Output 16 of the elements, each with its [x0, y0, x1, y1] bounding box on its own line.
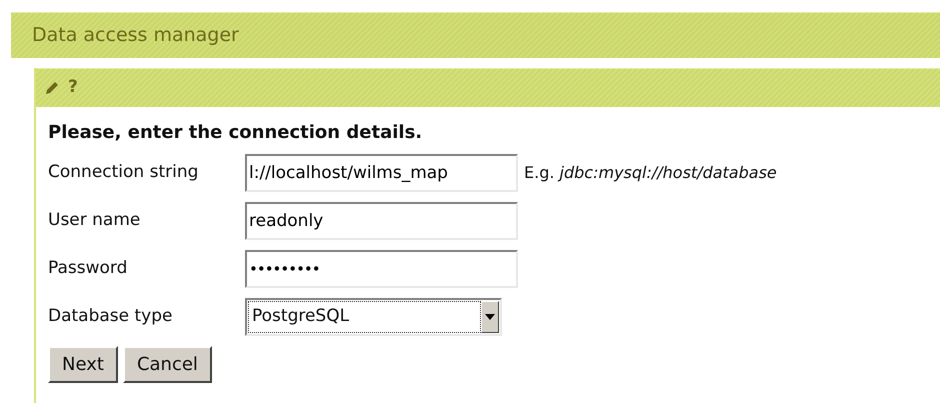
- database-type-dropdown[interactable]: PostgreSQL: [245, 298, 502, 336]
- example-hint: E.g. jdbc:mysql://host/database: [524, 162, 777, 184]
- pencil-icon[interactable]: [44, 80, 60, 96]
- next-button[interactable]: Next: [48, 346, 118, 383]
- form-heading: Please, enter the connection details.: [48, 121, 424, 145]
- field-label: Password: [48, 257, 128, 280]
- field-label: Connection string: [48, 161, 200, 184]
- field-label: User name: [48, 209, 142, 232]
- window-title: Data access manager: [32, 23, 239, 48]
- help-icon[interactable]: ?: [68, 75, 78, 101]
- field-label: Database type: [48, 305, 174, 328]
- dropdown-arrow-icon[interactable]: [485, 314, 495, 320]
- input-field[interactable]: readonly: [245, 202, 518, 240]
- cancel-button[interactable]: Cancel: [122, 346, 212, 383]
- input-field[interactable]: l://localhost/wilms_map: [245, 154, 518, 192]
- password-field[interactable]: •••••••••: [245, 250, 518, 288]
